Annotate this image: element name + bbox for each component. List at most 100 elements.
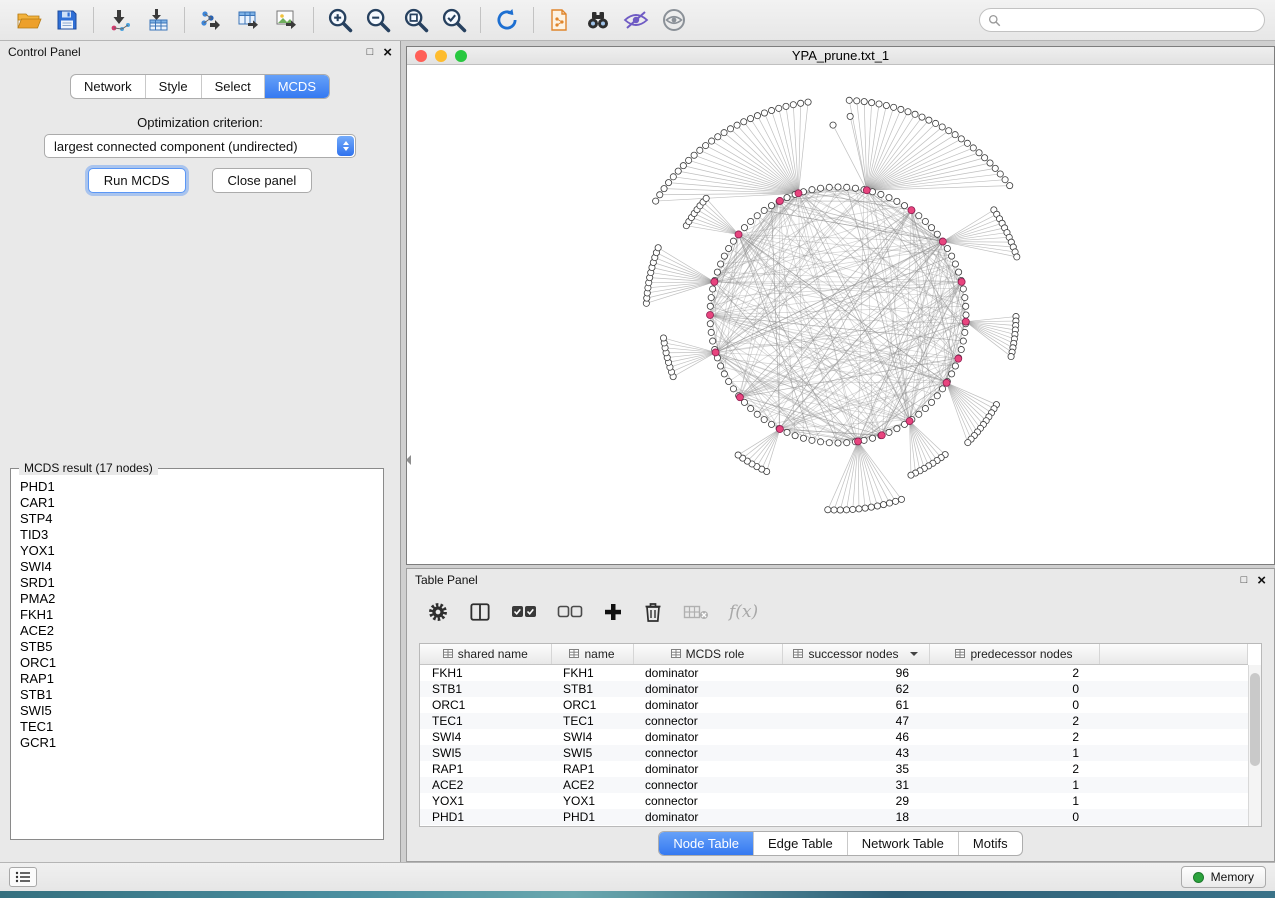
- table-row[interactable]: ACE2ACE2connector311: [420, 777, 1248, 793]
- network-node[interactable]: [691, 152, 697, 158]
- network-node[interactable]: [958, 136, 964, 142]
- search-field[interactable]: [979, 8, 1265, 32]
- table-cell[interactable]: dominator: [633, 809, 782, 825]
- table-cell[interactable]: dominator: [633, 761, 782, 777]
- table-cell[interactable]: FKH1: [420, 664, 551, 681]
- network-node[interactable]: [894, 426, 900, 432]
- network-node[interactable]: [939, 124, 945, 130]
- network-node[interactable]: [956, 269, 962, 275]
- network-node[interactable]: [922, 405, 928, 411]
- table-cell[interactable]: connector: [633, 777, 782, 793]
- network-node[interactable]: [768, 421, 774, 427]
- network-node[interactable]: [869, 100, 875, 106]
- network-node[interactable]: [962, 294, 968, 300]
- network-node[interactable]: [792, 433, 798, 439]
- network-node[interactable]: [874, 503, 880, 509]
- table-cell[interactable]: SWI4: [551, 729, 633, 745]
- network-node[interactable]: [868, 504, 874, 510]
- network-node[interactable]: [717, 261, 723, 267]
- deselect-all-rows-button[interactable]: [557, 599, 583, 625]
- network-node[interactable]: [721, 253, 727, 259]
- dominator-node[interactable]: [939, 238, 946, 245]
- tab-motifs[interactable]: Motifs: [958, 832, 1022, 855]
- network-node[interactable]: [869, 435, 875, 441]
- table-cell[interactable]: 18: [782, 809, 929, 825]
- network-node[interactable]: [800, 435, 806, 441]
- network-node[interactable]: [675, 168, 681, 174]
- network-node[interactable]: [905, 109, 911, 115]
- table-row[interactable]: PHD1PHD1dominator180: [420, 809, 1248, 825]
- network-node[interactable]: [708, 329, 714, 335]
- network-node[interactable]: [837, 507, 843, 513]
- dominator-node[interactable]: [958, 278, 965, 285]
- network-node[interactable]: [734, 122, 740, 128]
- mcds-result-item[interactable]: SWI4: [20, 559, 374, 575]
- network-window-titlebar[interactable]: YPA_prune.txt_1: [407, 47, 1274, 65]
- network-node[interactable]: [949, 253, 955, 259]
- network-node[interactable]: [653, 198, 659, 204]
- tab-network[interactable]: Network: [71, 75, 145, 98]
- tab-select[interactable]: Select: [201, 75, 264, 98]
- table-cell[interactable]: 2: [929, 761, 1099, 777]
- network-node[interactable]: [861, 437, 867, 443]
- select-all-rows-button[interactable]: [511, 599, 537, 625]
- network-node[interactable]: [894, 198, 900, 204]
- network-node[interactable]: [952, 132, 958, 138]
- table-settings-button[interactable]: [427, 599, 449, 625]
- dominator-node[interactable]: [908, 207, 915, 214]
- network-node[interactable]: [901, 203, 907, 209]
- network-node[interactable]: [898, 496, 904, 502]
- table-cell[interactable]: 0: [929, 697, 1099, 713]
- network-node[interactable]: [768, 107, 774, 113]
- network-canvas[interactable]: [407, 65, 1274, 564]
- network-node[interactable]: [949, 371, 955, 377]
- network-node[interactable]: [826, 184, 832, 190]
- network-node[interactable]: [798, 100, 804, 106]
- network-node[interactable]: [709, 138, 715, 144]
- network-node[interactable]: [715, 134, 721, 140]
- export-network-button[interactable]: [192, 4, 230, 36]
- tab-network-table[interactable]: Network Table: [847, 832, 958, 855]
- table-cell[interactable]: ORC1: [551, 697, 633, 713]
- network-node[interactable]: [776, 105, 782, 111]
- network-node[interactable]: [708, 294, 714, 300]
- network-node[interactable]: [886, 194, 892, 200]
- dominator-node[interactable]: [943, 379, 950, 386]
- network-node[interactable]: [703, 195, 709, 201]
- close-table-panel-icon[interactable]: ×: [1257, 573, 1266, 588]
- table-cell[interactable]: TEC1: [420, 713, 551, 729]
- share-document-button[interactable]: [541, 4, 579, 36]
- network-node[interactable]: [817, 439, 823, 445]
- table-cell[interactable]: connector: [633, 745, 782, 761]
- table-cell[interactable]: dominator: [633, 681, 782, 697]
- network-node[interactable]: [680, 163, 686, 169]
- table-cell[interactable]: 2: [929, 729, 1099, 745]
- network-node[interactable]: [730, 238, 736, 244]
- zoom-selected-button[interactable]: [435, 4, 473, 36]
- network-node[interactable]: [982, 155, 988, 161]
- network-node[interactable]: [962, 329, 968, 335]
- export-image-button[interactable]: [268, 4, 306, 36]
- network-node[interactable]: [846, 97, 852, 103]
- network-node[interactable]: [939, 386, 945, 392]
- network-node[interactable]: [784, 194, 790, 200]
- network-node[interactable]: [754, 113, 760, 119]
- network-node[interactable]: [707, 321, 713, 327]
- table-cell[interactable]: TEC1: [551, 713, 633, 729]
- network-node[interactable]: [730, 386, 736, 392]
- table-cell[interactable]: YOX1: [420, 793, 551, 809]
- mcds-result-list[interactable]: PHD1CAR1STP4TID3YOX1SWI4SRD1PMA2FKH1ACE2…: [12, 475, 382, 838]
- zoom-in-button[interactable]: [321, 4, 359, 36]
- table-cell[interactable]: RAP1: [551, 761, 633, 777]
- mcds-result-item[interactable]: PHD1: [20, 479, 374, 495]
- network-node[interactable]: [854, 98, 860, 104]
- network-node[interactable]: [934, 393, 940, 399]
- mcds-result-item[interactable]: SWI5: [20, 703, 374, 719]
- table-row[interactable]: YOX1YOX1connector291: [420, 793, 1248, 809]
- network-node[interactable]: [952, 363, 958, 369]
- import-table-button[interactable]: [139, 4, 177, 36]
- network-node[interactable]: [850, 506, 856, 512]
- network-node[interactable]: [660, 335, 666, 341]
- network-node[interactable]: [686, 157, 692, 163]
- table-row[interactable]: SWI5SWI5connector431: [420, 745, 1248, 761]
